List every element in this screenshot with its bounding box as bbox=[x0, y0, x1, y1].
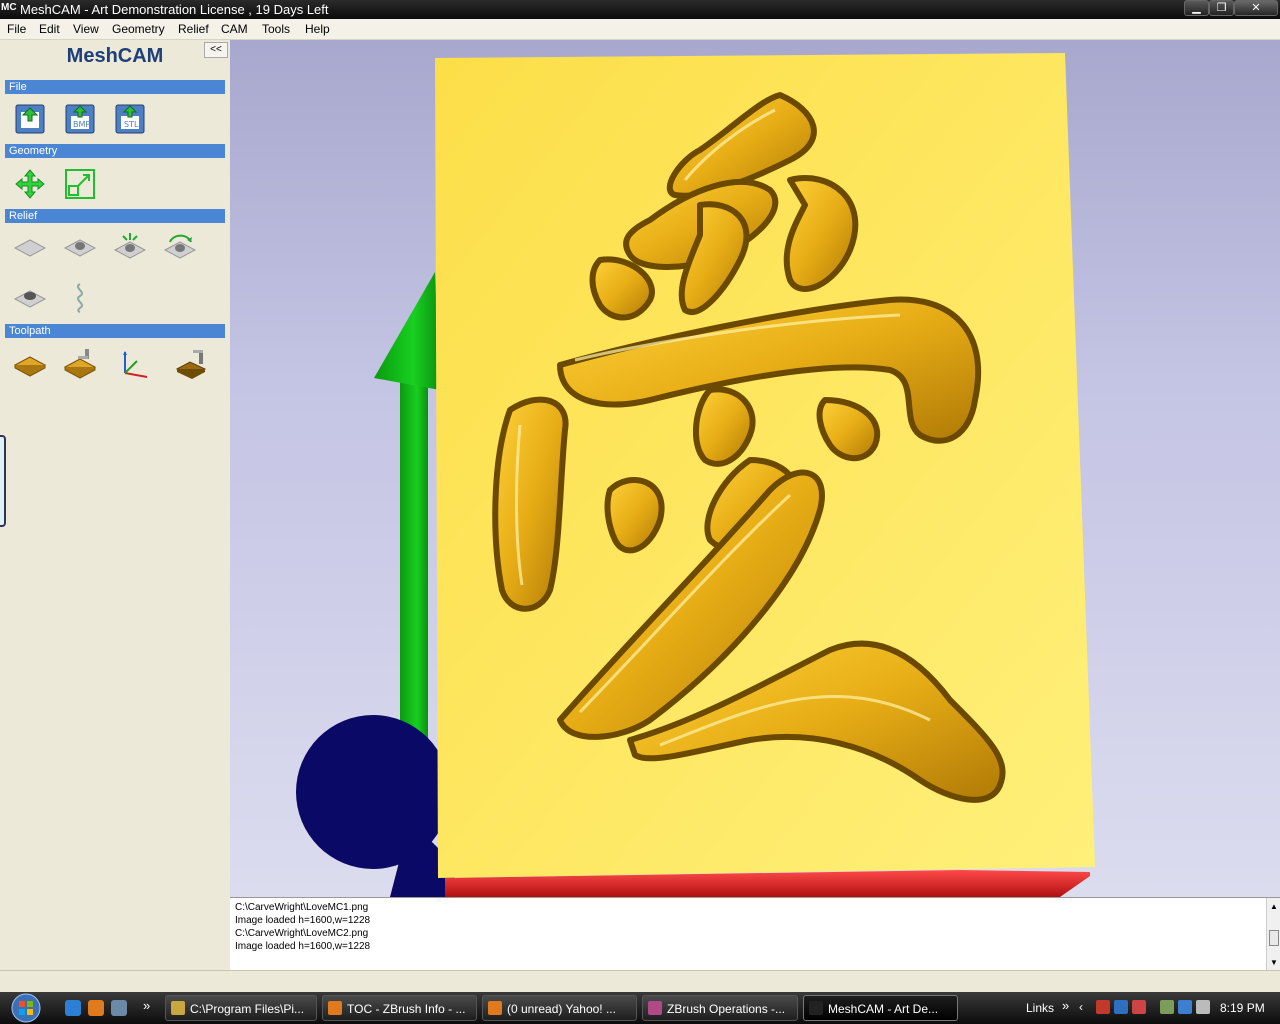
log-scrollbar[interactable]: ▲ ▼ bbox=[1266, 898, 1280, 971]
extrude-relief-icon[interactable] bbox=[113, 230, 147, 264]
smooth-relief-icon[interactable] bbox=[13, 281, 47, 315]
folder-icon bbox=[171, 1001, 185, 1015]
3d-viewport[interactable] bbox=[230, 40, 1280, 897]
zbrush-icon bbox=[648, 1001, 662, 1015]
task-label: ZBrush Operations -... bbox=[667, 1002, 786, 1016]
open-file-icon[interactable] bbox=[13, 102, 47, 136]
scroll-down-icon[interactable]: ▼ bbox=[1270, 956, 1278, 969]
move-icon[interactable] bbox=[13, 167, 47, 201]
brand-title: MeshCAM bbox=[66, 45, 164, 67]
window-title: MeshCAM - Art Demonstration License , 19… bbox=[20, 2, 329, 17]
menu-relief[interactable]: Relief bbox=[178, 22, 209, 36]
windows-start-icon[interactable] bbox=[8, 992, 44, 1024]
raised-relief-icon[interactable] bbox=[63, 230, 97, 264]
define-tool-icon[interactable] bbox=[63, 347, 97, 381]
svg-text:STL: STL bbox=[124, 120, 139, 129]
title-bar: MC MeshCAM - Art Demonstration License ,… bbox=[0, 0, 1280, 19]
quicklaunch-overflow-icon[interactable]: » bbox=[143, 998, 150, 1013]
security-alert-icon[interactable] bbox=[1096, 1000, 1110, 1014]
firefox-icon[interactable] bbox=[88, 1000, 104, 1016]
scale-icon[interactable] bbox=[63, 167, 97, 201]
collapse-sidebar-button[interactable]: << bbox=[204, 42, 228, 58]
menu-cam[interactable]: CAM bbox=[221, 22, 248, 36]
firefox-icon bbox=[488, 1001, 502, 1015]
task-label: (0 unread) Yahoo! ... bbox=[507, 1002, 616, 1016]
log-line: C:\CarveWright\LoveMC1.png bbox=[235, 902, 369, 913]
svg-text:BMP: BMP bbox=[73, 120, 90, 129]
menu-view[interactable]: View bbox=[73, 22, 99, 36]
links-overflow-icon[interactable]: » bbox=[1062, 998, 1069, 1013]
log-line: Image loaded h=1600,w=1228 bbox=[235, 941, 371, 952]
tray-expand-icon[interactable]: ‹ bbox=[1079, 1000, 1083, 1014]
section-header-file: File bbox=[5, 80, 225, 94]
app-icon: MC bbox=[1, 2, 17, 13]
open-stl-icon[interactable]: STL bbox=[113, 102, 147, 136]
section-header-relief: Relief bbox=[5, 209, 225, 223]
x-axis-arrow bbox=[960, 870, 1090, 897]
taskbar: » C:\Program Files\Pi... TOC - ZBrush In… bbox=[0, 992, 1280, 1024]
section-header-geometry: Geometry bbox=[5, 144, 225, 158]
taskbar-task[interactable]: ZBrush Operations -... bbox=[642, 995, 798, 1021]
task-label: TOC - ZBrush Info - ... bbox=[347, 1002, 466, 1016]
axes-origin-icon[interactable] bbox=[117, 347, 151, 381]
log-panel[interactable]: C:\CarveWright\LoveMC1.png Image loaded … bbox=[230, 897, 1280, 971]
links-toolbar[interactable]: Links bbox=[1026, 1001, 1054, 1015]
stock-icon[interactable] bbox=[13, 347, 47, 381]
wave-relief-icon[interactable] bbox=[63, 281, 97, 315]
log-line: Image loaded h=1600,w=1228 bbox=[235, 915, 371, 926]
flat-relief-icon[interactable] bbox=[13, 230, 47, 264]
show-desktop-icon[interactable] bbox=[111, 1000, 127, 1016]
section-header-toolpath: Toolpath bbox=[5, 324, 225, 338]
network-status-icon[interactable] bbox=[1114, 1000, 1128, 1014]
scroll-thumb[interactable] bbox=[1269, 930, 1279, 946]
cutter-toolpath-icon[interactable] bbox=[175, 347, 209, 381]
status-bar bbox=[0, 970, 1280, 992]
y-axis-arrow bbox=[374, 272, 440, 390]
network-icon[interactable] bbox=[1178, 1000, 1192, 1014]
maximize-icon[interactable]: ❐ bbox=[1209, 0, 1234, 16]
task-label: C:\Program Files\Pi... bbox=[190, 1002, 305, 1016]
volume-icon[interactable] bbox=[1196, 1000, 1210, 1014]
dock-handle[interactable] bbox=[0, 435, 6, 527]
log-line: C:\CarveWright\LoveMC2.png bbox=[235, 928, 369, 939]
taskbar-task[interactable]: C:\Program Files\Pi... bbox=[165, 995, 317, 1021]
internet-explorer-icon[interactable] bbox=[65, 1000, 81, 1016]
open-bmp-icon[interactable]: BMP bbox=[63, 102, 97, 136]
antivirus-icon[interactable] bbox=[1132, 1000, 1146, 1014]
menu-file[interactable]: File bbox=[7, 22, 26, 36]
scroll-up-icon[interactable]: ▲ bbox=[1270, 900, 1278, 913]
safely-remove-icon[interactable] bbox=[1160, 1000, 1174, 1014]
task-label: MeshCAM - Art De... bbox=[828, 1002, 939, 1016]
taskbar-task[interactable]: TOC - ZBrush Info - ... bbox=[322, 995, 477, 1021]
clock[interactable]: 8:19 PM bbox=[1220, 1001, 1265, 1015]
taskbar-task[interactable]: (0 unread) Yahoo! ... bbox=[482, 995, 637, 1021]
menu-edit[interactable]: Edit bbox=[39, 22, 60, 36]
menu-help[interactable]: Help bbox=[305, 22, 330, 36]
firefox-icon bbox=[328, 1001, 342, 1015]
menu-bar: File Edit View Geometry Relief CAM Tools… bbox=[0, 19, 1280, 40]
taskbar-task-active[interactable]: MeshCAM - Art De... bbox=[803, 995, 958, 1021]
sidebar: MeshCAM << File BMP STL Geometry Relief … bbox=[0, 40, 230, 970]
close-icon[interactable]: ✕ bbox=[1234, 0, 1278, 16]
minimize-icon[interactable]: ▁ bbox=[1184, 0, 1209, 16]
y-axis bbox=[400, 362, 428, 782]
rotate-relief-icon[interactable] bbox=[163, 230, 197, 264]
menu-geometry[interactable]: Geometry bbox=[112, 22, 165, 36]
meshcam-icon bbox=[809, 1001, 823, 1015]
model-render bbox=[296, 53, 1095, 897]
menu-tools[interactable]: Tools bbox=[262, 22, 290, 36]
